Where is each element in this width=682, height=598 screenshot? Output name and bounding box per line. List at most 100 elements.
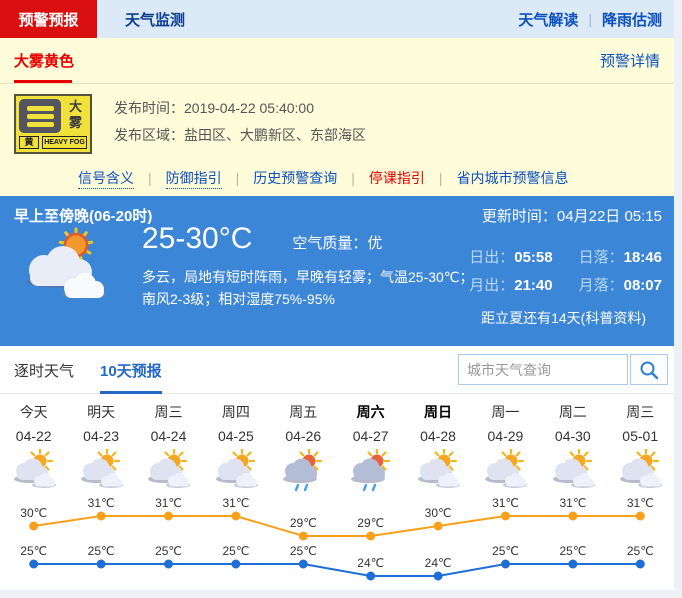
- tab-hourly-weather[interactable]: 逐时天气: [14, 360, 74, 381]
- weather-page: 预警预报 天气监测 天气解读 | 降雨估测 大雾黄色 预警详情 大雾 黄 HEA…: [0, 0, 674, 590]
- svg-text:29℃: 29℃: [357, 516, 384, 530]
- link-province-city-warnings[interactable]: 省内城市预警信息: [457, 168, 569, 188]
- weather-icon-partly-cloudy: [539, 448, 606, 496]
- date-labels-row: 04-22 04-23 04-24 04-25 04-26 04-27 04-28 04-29…: [0, 424, 674, 448]
- search-icon: [640, 361, 659, 379]
- current-weather-panel: 早上至傍晚(06-20时) 更新时间：04月22日 05:15 25-30°C …: [0, 196, 674, 346]
- moonset: 月落：08:07: [578, 277, 662, 294]
- svg-text:31℃: 31℃: [88, 496, 115, 510]
- svg-text:30℃: 30℃: [20, 506, 47, 520]
- tab-ten-day-forecast[interactable]: 10天预报: [100, 360, 162, 394]
- tab-warning-forecast[interactable]: 预警预报: [0, 0, 97, 38]
- weather-icon-partly-cloudy: [404, 448, 471, 496]
- weather-description: 多云，局地有短时阵雨，早晚有轻雾；气温25-30℃； 南风2-3级；相对湿度75…: [142, 269, 474, 307]
- day-label: 周五: [289, 404, 318, 420]
- sunrise: 日出：05:58: [469, 249, 553, 266]
- warning-info: 大雾 黄 HEAVY FOG 发布时间：2019-04-22 05:40:00 …: [0, 84, 674, 160]
- link-class-suspension-guide[interactable]: 停课指引: [369, 168, 425, 188]
- date-label: 04-24: [150, 428, 187, 444]
- svg-text:31℃: 31℃: [492, 496, 519, 510]
- day-label: 今天: [19, 404, 48, 420]
- forecast-tab-row: 逐时天气 10天预报: [0, 346, 674, 394]
- day-label: 周二: [558, 404, 587, 420]
- svg-text:31℃: 31℃: [559, 496, 586, 510]
- forecast-period: 早上至傍晚(06-20时): [14, 208, 153, 225]
- warning-tab-row: 大雾黄色 预警详情: [0, 38, 674, 84]
- day-label: 周三: [626, 404, 655, 420]
- city-search-box: [458, 354, 628, 385]
- svg-text:25℃: 25℃: [155, 544, 182, 558]
- fog-english-label: HEAVY FOG: [42, 136, 87, 149]
- weather-icon-partly-cloudy: [607, 448, 674, 496]
- date-label: 04-23: [83, 428, 119, 444]
- svg-text:24℃: 24℃: [357, 556, 384, 570]
- warning-links-row: 信号含义 | 防御指引 | 历史预警查询 | 停课指引 | 省内城市预警信息: [0, 160, 674, 196]
- weather-icon-partly-cloudy: [202, 448, 269, 496]
- warning-publish-info: 发布时间：2019-04-22 05:40:00 发布区域：盐田区、大鹏新区、东…: [114, 94, 366, 149]
- link-rain-estimation[interactable]: 降雨估测: [602, 9, 662, 30]
- moonrise: 月出：21:40: [469, 277, 553, 294]
- link-defense-guide[interactable]: 防御指引: [165, 168, 222, 189]
- svg-text:24℃: 24℃: [425, 556, 452, 570]
- svg-text:31℃: 31℃: [155, 496, 182, 510]
- svg-text:25℃: 25℃: [627, 544, 654, 558]
- weather-icon-partly-cloudy: [0, 448, 67, 496]
- svg-text:25℃: 25℃: [88, 544, 115, 558]
- link-signal-meaning[interactable]: 信号含义: [78, 168, 134, 189]
- fog-icon-label: 大雾: [68, 99, 82, 130]
- svg-text:31℃: 31℃: [627, 496, 654, 510]
- ten-day-forecast-grid: 今天 明天 周三 周四 周五 周六 周日 周一 周二 周三 04-22 04-23 04-24 04-2…: [0, 394, 674, 594]
- weather-icon-showers: [270, 448, 337, 496]
- date-label: 04-29: [487, 428, 524, 444]
- fog-warning-icon: 大雾 黄 HEAVY FOG: [14, 94, 92, 154]
- weather-icons-row: [0, 448, 674, 496]
- day-label: 明天: [87, 404, 116, 420]
- temperature-range: 25-30°C: [142, 222, 253, 255]
- weather-icon-showers: [337, 448, 404, 496]
- date-label: 04-27: [352, 428, 389, 444]
- svg-text:25℃: 25℃: [559, 544, 586, 558]
- air-quality: 空气质量：优: [292, 235, 383, 252]
- svg-text:25℃: 25℃: [290, 544, 317, 558]
- low-temperature-chart: 25℃ 25℃ 25℃ 25℃ 25℃ 24℃ 24℃ 25℃ 25℃ 25℃: [20, 544, 654, 581]
- link-weather-interpretation[interactable]: 天气解读: [518, 9, 578, 30]
- link-warning-details[interactable]: 预警详情: [600, 50, 660, 71]
- top-nav: 预警预报 天气监测 天气解读 | 降雨估测: [0, 0, 674, 38]
- high-temperature-chart: 30℃ 31℃ 31℃ 31℃ 29℃ 29℃ 30℃ 31℃ 31℃ 31℃: [20, 496, 654, 541]
- tab-weather-monitoring[interactable]: 天气监测: [111, 0, 199, 38]
- svg-text:30℃: 30℃: [425, 506, 452, 520]
- link-history-warning-query[interactable]: 历史预警查询: [253, 168, 337, 188]
- svg-text:25℃: 25℃: [492, 544, 519, 558]
- day-label: 周四: [221, 404, 250, 420]
- svg-text:25℃: 25℃: [20, 544, 47, 558]
- warning-panel: 大雾黄色 预警详情 大雾 黄 HEAVY FOG 发布时间：2019-04-22…: [0, 38, 674, 196]
- date-label: 05-01: [622, 428, 659, 444]
- update-time: 更新时间：04月22日 05:15: [481, 208, 662, 225]
- top-nav-links: 天气解读 | 降雨估测: [518, 0, 662, 38]
- sun-moon-times: 日出：05:58 日落：18:46 月出：21:40 月落：08:07: [469, 246, 662, 295]
- date-label: 04-26: [285, 428, 322, 444]
- day-labels-row: 今天 明天 周三 周四 周五 周六 周日 周一 周二 周三: [0, 400, 674, 424]
- svg-text:31℃: 31℃: [222, 496, 249, 510]
- search-button[interactable]: [630, 354, 668, 385]
- sunset: 日落：18:46: [578, 249, 662, 266]
- temperature-row: 25-30°C 空气质量：优: [142, 222, 382, 256]
- solar-term-countdown[interactable]: 距立夏还有14天(科普资料): [481, 308, 646, 328]
- tab-fog-yellow-warning[interactable]: 大雾黄色: [14, 50, 74, 71]
- day-label: 周六: [356, 404, 385, 420]
- date-label: 04-28: [420, 428, 456, 444]
- partly-cloudy-icon: [16, 226, 120, 311]
- publish-area: 发布区域：盐田区、大鹏新区、东部海区: [114, 127, 366, 143]
- active-tab-underline: [14, 80, 72, 83]
- fog-level-label: 黄: [19, 136, 39, 149]
- fog-symbol-icon: [19, 99, 61, 133]
- weather-icon-partly-cloudy: [67, 448, 134, 496]
- weather-icon-partly-cloudy: [472, 448, 539, 496]
- date-label: 04-22: [15, 428, 52, 444]
- divider: |: [588, 11, 592, 27]
- svg-text:25℃: 25℃: [222, 544, 249, 558]
- svg-text:29℃: 29℃: [290, 516, 317, 530]
- publish-time: 发布时间：2019-04-22 05:40:00: [114, 100, 314, 116]
- weather-icon-partly-cloudy: [135, 448, 202, 496]
- city-search-input[interactable]: [459, 355, 627, 384]
